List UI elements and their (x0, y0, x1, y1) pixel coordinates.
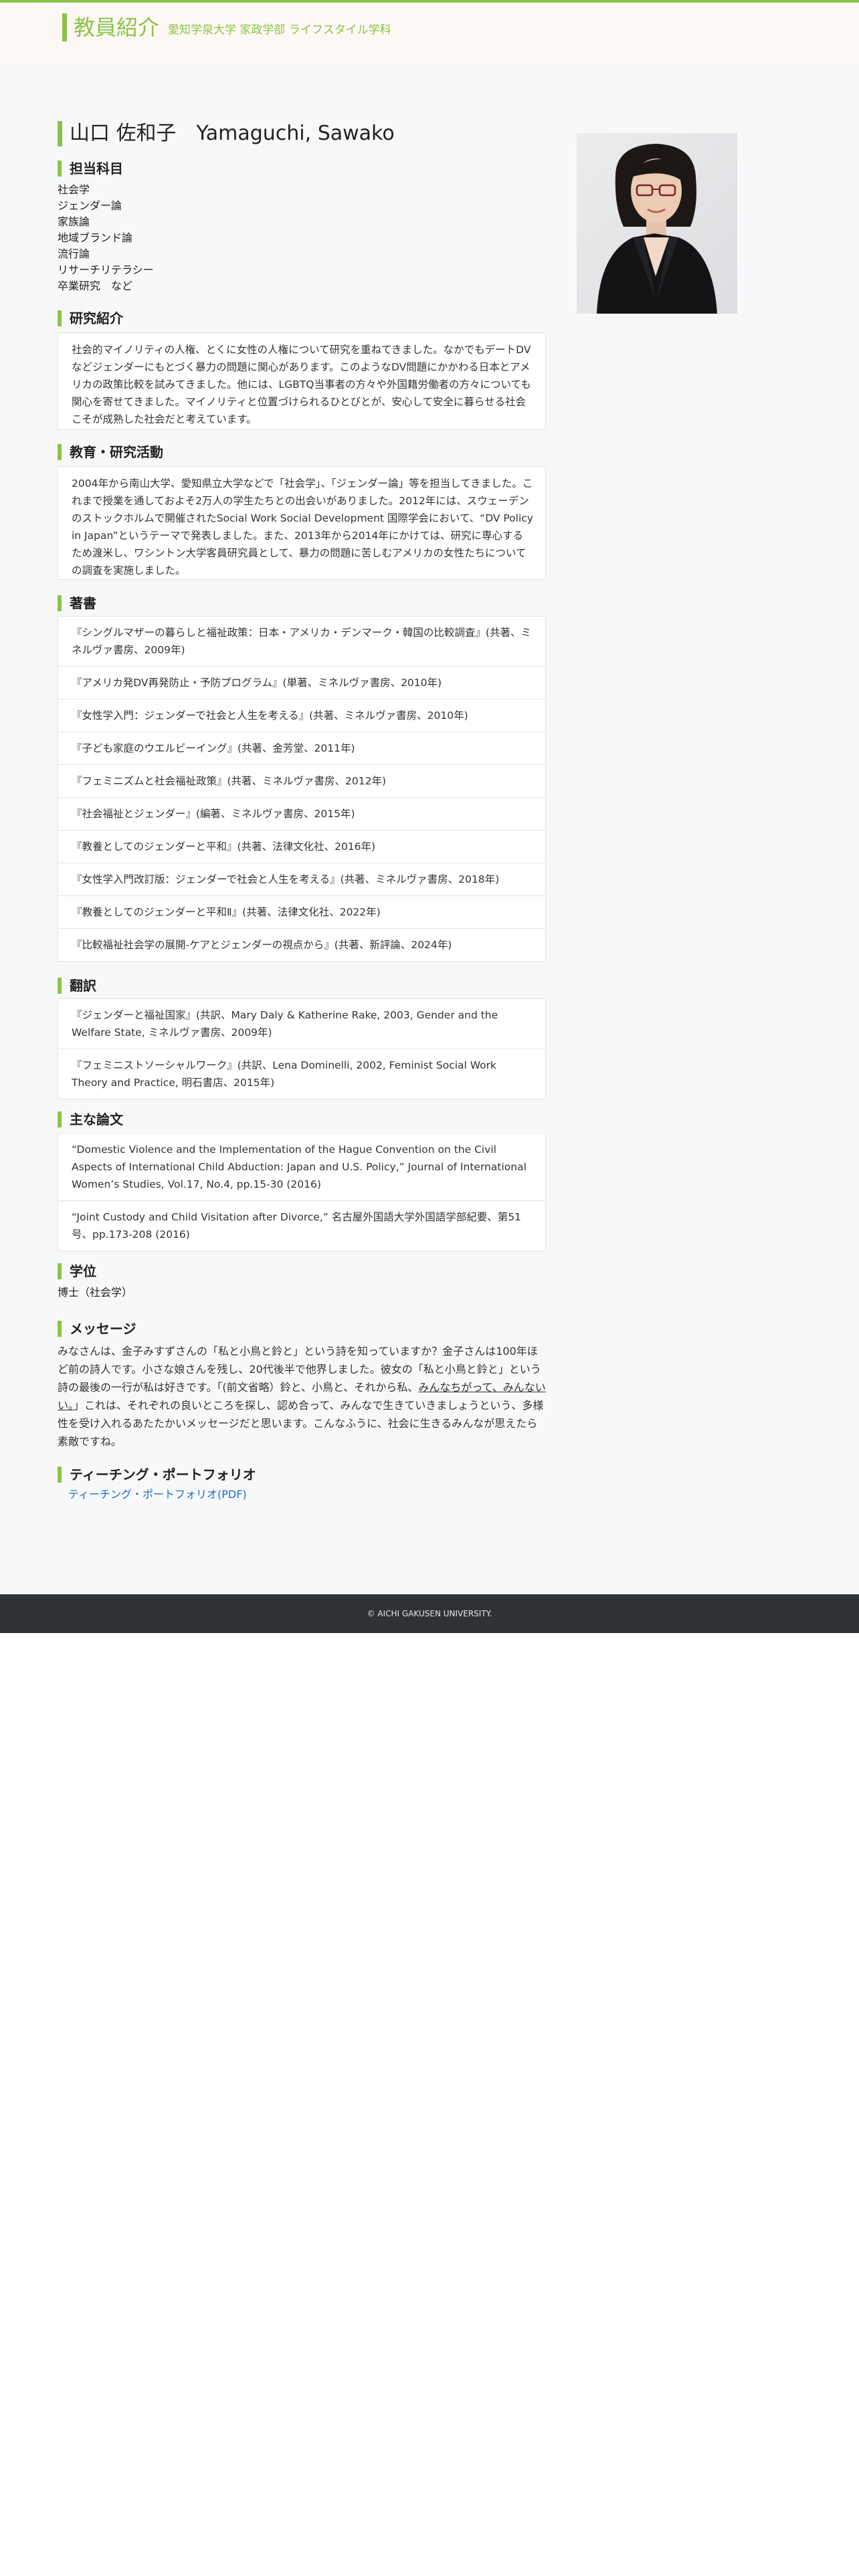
book-item: 『教養としてのジェンダーと平和Ⅱ』(共著、法律文化社、2022年) (58, 895, 546, 928)
page-subtitle: 愛知学泉大学 家政学部 ライフスタイル学科 (168, 23, 391, 37)
education-card: 2004年から南山大学、愛知県立大学などで「社会学」、「ジェンダー論」等を担当し… (58, 466, 546, 580)
portrait-photo (577, 133, 737, 314)
books-list: 『シングルマザーの暮らしと福祉政策：日本・アメリカ・デンマーク・韓国の比較調査』… (58, 616, 546, 962)
header-accent-bar (62, 13, 67, 41)
subjects-accent-bar (58, 160, 62, 177)
book-item: 『フェミニズムと社会福祉政策』(共著、ミネルヴァ書房、2012年) (58, 764, 546, 797)
book-item: 『子ども家庭のウエルビーイング』(共著、金芳堂、2011年) (58, 732, 546, 764)
portrait-illustration (577, 133, 737, 314)
portfolio-heading: ティーチング・ポートフォリオ (70, 1467, 256, 1483)
translations-accent-bar (58, 978, 62, 994)
education-accent-bar (58, 444, 62, 460)
page-title: 教員紹介 (74, 15, 160, 40)
translations-list: 『ジェンダーと福祉国家』(共訳、Mary Daly & Katherine Ra… (58, 998, 546, 1099)
portfolio-accent-bar (58, 1467, 62, 1483)
degree-text: 博士（社会学） (58, 1286, 133, 1299)
degree-heading: 学位 (70, 1263, 96, 1279)
books-accent-bar (58, 595, 62, 611)
subject-item: 家族論 (58, 215, 90, 228)
books-heading: 著書 (70, 595, 96, 611)
translation-item: 『ジェンダーと福祉国家』(共訳、Mary Daly & Katherine Ra… (58, 998, 546, 1049)
subjects-heading: 担当科目 (70, 160, 123, 177)
message-accent-bar (58, 1321, 62, 1337)
subject-item: 地域ブランド論 (58, 231, 133, 244)
message-text-part: 」これは、それぞれの良いところを探し、認め合って、みんなで生きていきましょうとい… (58, 1399, 544, 1448)
portfolio-pdf-link[interactable]: ティーチング・ポートフォリオ(PDF) (68, 1487, 247, 1503)
book-item: 『教養としてのジェンダーと平和』(共著、法律文化社、2016年) (58, 830, 546, 863)
translation-item: 『フェミニストソーシャルワーク』(共訳、Lena Dominelli, 2002… (58, 1049, 546, 1099)
subject-item: 社会学 (58, 183, 90, 196)
book-item: 『女性学入門：ジェンダーで社会と人生を考える』(共著、ミネルヴァ書房、2010年… (58, 699, 546, 732)
footer-copyright: © AICHI GAKUSEN UNIVERSITY. (367, 1609, 492, 1618)
paper-item: “Domestic Violence and the Implementatio… (58, 1133, 546, 1200)
paper-item: “Joint Custody and Child Visitation afte… (58, 1200, 546, 1251)
message-text: みなさんは、金子みすずさんの「私と小鳥と鈴と」という詩を知っていますか？金子さん… (58, 1342, 546, 1451)
subjects-list: 社会学 ジェンダー論 家族論 地域ブランド論 流行論 リサーチリテラシー 卒業研… (58, 182, 154, 294)
degree-accent-bar (58, 1263, 62, 1279)
education-heading: 教育・研究活動 (70, 444, 163, 460)
book-item: 『アメリカ発DV再発防止・予防プログラム』(単著、ミネルヴァ書房、2010年) (58, 666, 546, 699)
papers-heading: 主な論文 (70, 1111, 123, 1128)
page-header: 教員紹介 愛知学泉大学 家政学部 ライフスタイル学科 (0, 3, 859, 63)
faculty-name: 山口 佐和子 Yamaguchi, Sawako (70, 122, 395, 145)
research-heading: 研究紹介 (70, 310, 123, 326)
book-item: 『シングルマザーの暮らしと福祉政策：日本・アメリカ・デンマーク・韓国の比較調査』… (58, 616, 546, 666)
page-footer: © AICHI GAKUSEN UNIVERSITY. (0, 1594, 859, 1633)
book-item: 『比較福祉社会学の展開-ケアとジェンダーの視点から』(共著、新評論、2024年) (58, 928, 546, 962)
research-accent-bar (58, 310, 62, 326)
subject-item: ジェンダー論 (58, 199, 122, 212)
book-item: 『女性学入門改訂版：ジェンダーで社会と人生を考える』(共著、ミネルヴァ書房、20… (58, 863, 546, 895)
message-heading: メッセージ (70, 1321, 136, 1337)
subject-item: 卒業研究 など (58, 280, 133, 292)
translations-heading: 翻訳 (70, 978, 96, 994)
subject-item: リサーチリテラシー (58, 263, 154, 276)
book-item: 『社会福祉とジェンダー』(編著、ミネルヴァ書房、2015年) (58, 797, 546, 830)
papers-list: “Domestic Violence and the Implementatio… (58, 1133, 546, 1251)
research-card: 社会的マイノリティの人権、とくに女性の人権について研究を重ねてきました。なかでも… (58, 332, 546, 430)
name-accent-bar (58, 121, 62, 146)
subject-item: 流行論 (58, 247, 90, 260)
papers-accent-bar (58, 1111, 62, 1128)
